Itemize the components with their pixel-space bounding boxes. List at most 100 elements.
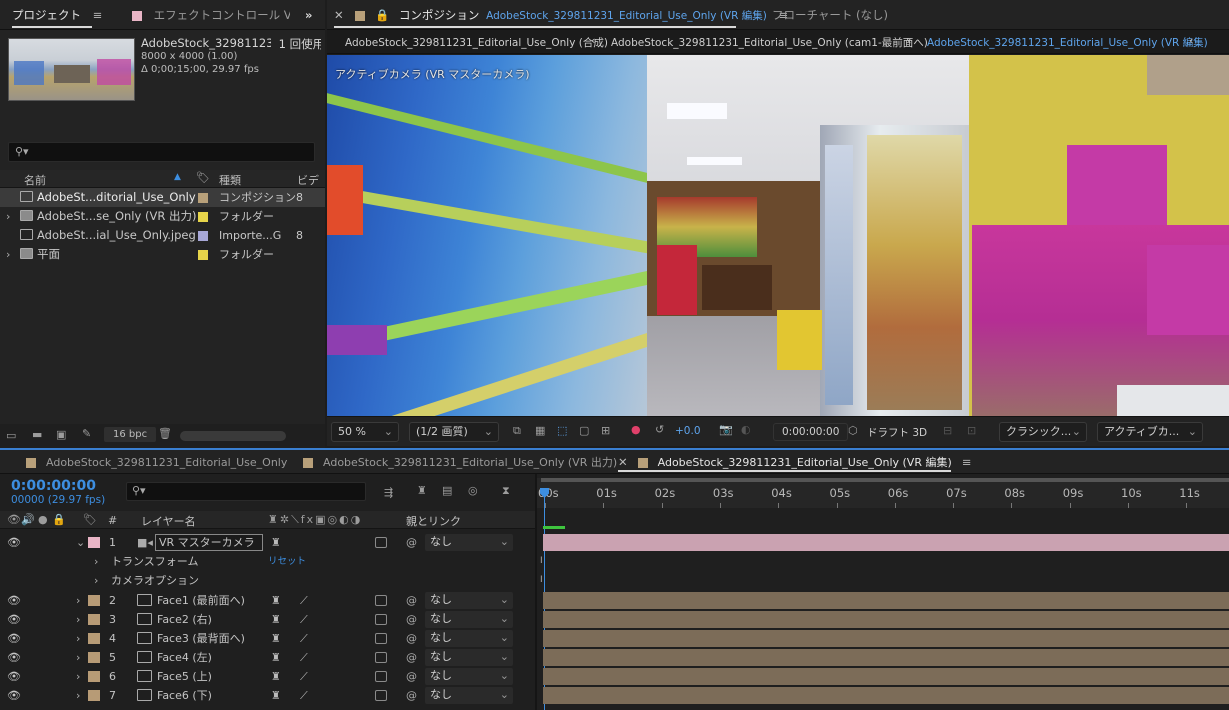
exposure-value[interactable]: +0.0 — [675, 425, 701, 437]
shy-switch-icon[interactable]: ♜ — [271, 648, 281, 667]
3d-layer-icon[interactable] — [375, 537, 387, 548]
pick-whip-icon[interactable]: @ — [406, 667, 417, 686]
project-item[interactable]: AdobeSt...ial_Use_Only.jpeg Importe...G 8 — [0, 226, 325, 245]
layer-row-camera[interactable]: 👁 ⌄ 1 ■◂ VR マスターカメラ ♜ @ なし ⌄ — [0, 533, 535, 552]
label-color-swatch[interactable] — [88, 671, 100, 682]
search-input[interactable] — [37, 144, 307, 160]
new-composition-icon[interactable]: ▣ — [56, 428, 66, 441]
column-layer-name[interactable]: レイヤー名 — [141, 513, 196, 529]
layer-track[interactable] — [543, 649, 1229, 666]
lock-icon[interactable]: 🔒 — [52, 513, 66, 526]
quality-switch-icon[interactable]: ⟋ — [300, 648, 308, 667]
selected-item-name[interactable]: AdobeStock_329811231_Editorial_Use_Only … — [141, 36, 321, 52]
expand-chevron-icon[interactable]: › — [76, 610, 80, 629]
quality-switch-icon[interactable]: ⟋ — [300, 610, 308, 629]
timeline-tab[interactable]: ✕ AdobeStock_329811231_Editorial_Use_Only… — [618, 450, 971, 474]
project-item[interactable]: › 平面 フォルダー — [0, 245, 325, 264]
work-area-bar[interactable] — [541, 478, 1229, 482]
bpc-badge[interactable]: 16 bpc — [104, 427, 157, 442]
frame-blending-icon[interactable]: ▤ — [442, 484, 452, 497]
solo-icon[interactable]: ● — [38, 513, 48, 526]
project-item[interactable]: › AdobeSt...se_Only (VR 出力) フォルダー — [0, 207, 325, 226]
quality-switch-icon[interactable]: ⟋ — [300, 591, 308, 610]
expand-chevron-icon[interactable]: › — [76, 667, 80, 686]
shy-switch-icon[interactable]: ♜ — [271, 591, 281, 610]
shy-switch-icon[interactable]: ♜ — [271, 610, 281, 629]
parent-dropdown[interactable]: なし ⌄ — [425, 534, 513, 551]
3d-layer-icon[interactable] — [375, 595, 387, 606]
eye-icon[interactable]: 👁 — [7, 610, 21, 629]
project-item[interactable]: AdobeSt...ditorial_Use_Only コンポジション 8 — [0, 188, 325, 207]
pick-whip-icon[interactable]: @ — [406, 648, 417, 667]
tab-composition[interactable]: ✕ 🔒 コンポジション AdobeStock_329811231_Editori… — [334, 0, 788, 30]
expand-chevron-icon[interactable]: ⌄ — [76, 533, 85, 552]
label-color-swatch[interactable] — [88, 595, 100, 606]
layer-name[interactable]: Face6 (下) — [157, 686, 212, 705]
expand-chevron-icon[interactable]: › — [76, 686, 80, 705]
pick-whip-icon[interactable]: @ — [406, 591, 417, 610]
lock-icon[interactable]: 🔒 — [375, 8, 389, 22]
snapshot-icon[interactable]: 📷 — [719, 423, 733, 436]
layer-track[interactable] — [543, 668, 1229, 685]
keyframe-marker-icon[interactable]: I — [540, 556, 543, 566]
tab-project[interactable]: プロジェクト ≡ — [12, 0, 102, 30]
graph-editor-icon[interactable]: ⧗ — [502, 484, 510, 498]
parent-dropdown[interactable]: なし ⌄ — [425, 611, 513, 628]
layer-row[interactable]: 👁 › 7 Face6 (下) ♜ ⟋ @ なし ⌄ — [0, 686, 535, 705]
layer-name-field[interactable]: VR マスターカメラ — [155, 534, 263, 551]
reset-link[interactable]: リセット — [268, 552, 306, 571]
3d-layer-icon[interactable] — [375, 614, 387, 625]
breadcrumb-item[interactable]: AdobeStock_329811231_Editorial_Use_Only … — [345, 35, 608, 50]
expand-chevron-icon[interactable]: › — [76, 629, 80, 648]
audio-icon[interactable]: 🔊 — [21, 513, 35, 526]
layer-name[interactable]: Face4 (左) — [157, 648, 212, 667]
expand-chevron-icon[interactable]: › — [94, 571, 98, 590]
pick-whip-icon[interactable]: @ — [406, 629, 417, 648]
expand-chevron-icon[interactable]: › — [76, 648, 80, 667]
quality-switch-icon[interactable]: ⟋ — [300, 629, 308, 648]
layer-row[interactable]: 👁 › 3 Face2 (右) ♜ ⟋ @ なし ⌄ — [0, 610, 535, 629]
timeline-tab[interactable]: AdobeStock_329811231_Editorial_Use_Only … — [303, 450, 617, 474]
overflow-chevron-icon[interactable]: » — [305, 0, 312, 30]
layer-name[interactable]: Face3 (最背面へ) — [157, 629, 245, 648]
extended-viewer-icon[interactable]: ⊡ — [967, 424, 976, 437]
property-group[interactable]: › トランスフォーム リセット — [0, 552, 535, 571]
parent-dropdown[interactable]: なし ⌄ — [425, 649, 513, 666]
comp-mini-flowchart-icon[interactable]: ⇶ — [384, 486, 393, 499]
expand-chevron-icon[interactable]: › — [94, 552, 98, 571]
layer-track[interactable] — [543, 592, 1229, 609]
panel-menu-icon[interactable]: ≡ — [962, 455, 972, 469]
view-dropdown[interactable]: アクティブカ... ⌄ — [1097, 422, 1203, 442]
3d-layer-icon[interactable] — [375, 633, 387, 644]
layer-name[interactable]: Face5 (上) — [157, 667, 212, 686]
fast-preview-icon[interactable]: ⧉ — [513, 424, 521, 438]
expand-chevron-icon[interactable]: › — [6, 207, 10, 226]
layer-track-camera[interactable] — [543, 534, 1229, 551]
draft-3d-icon[interactable]: ⬡ — [848, 424, 858, 437]
layer-name[interactable]: Face2 (右) — [157, 610, 212, 629]
eye-icon[interactable]: 👁 — [7, 686, 21, 705]
pick-whip-icon[interactable]: @ — [406, 533, 417, 552]
layer-row[interactable]: 👁 › 2 Face1 (最前面へ) ♜ ⟋ @ なし ⌄ — [0, 591, 535, 610]
label-color-swatch[interactable] — [88, 633, 100, 644]
shy-switch-icon[interactable]: ♜ — [271, 533, 281, 552]
new-folder-icon[interactable]: ▬ — [32, 428, 42, 441]
motion-blur-icon[interactable]: ◎ — [468, 484, 478, 497]
draft-3d-toggle-icon[interactable]: ♜ — [417, 484, 427, 497]
layer-track[interactable] — [543, 630, 1229, 647]
pick-whip-icon[interactable]: @ — [406, 610, 417, 629]
time-ruler[interactable]: 00s01s02s03s04s05s06s07s08s09s10s11s — [537, 478, 1229, 508]
tab-effect-controls[interactable]: エフェクトコントロール V — [132, 0, 290, 30]
trash-icon[interactable]: 🗑 — [158, 427, 172, 440]
channel-icon[interactable]: ● — [631, 423, 641, 436]
layer-row[interactable]: 👁 › 5 Face4 (左) ♜ ⟋ @ なし ⌄ — [0, 648, 535, 667]
eye-icon[interactable]: 👁 — [7, 629, 21, 648]
keyframe-marker-icon[interactable]: I — [540, 575, 543, 585]
panel-menu-icon[interactable]: ≡ — [93, 8, 103, 22]
quality-switch-icon[interactable]: ⟋ — [300, 686, 308, 705]
draft-3d-label[interactable]: ドラフト 3D — [867, 425, 927, 440]
show-snapshot-icon[interactable]: ◐ — [741, 423, 751, 436]
label-color-swatch[interactable] — [198, 212, 208, 222]
column-video[interactable]: ビデ — [297, 172, 319, 188]
shy-switch-icon[interactable]: ♜ — [271, 667, 281, 686]
